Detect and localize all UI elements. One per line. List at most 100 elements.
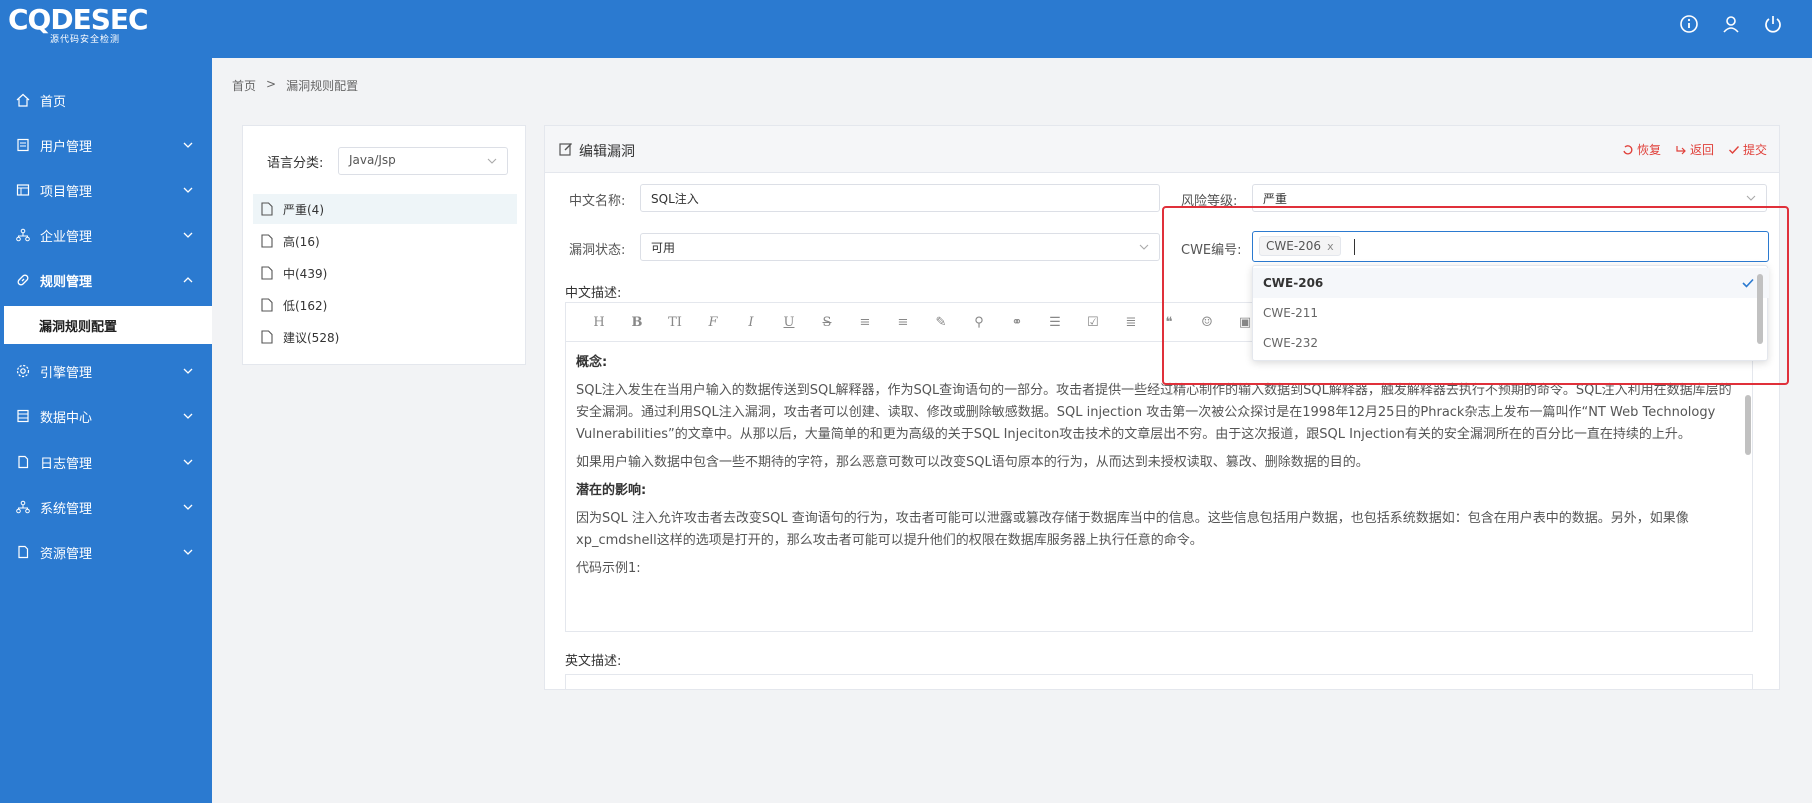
vuln-status-select[interactable]: 可用 xyxy=(640,233,1160,261)
cwe-option-232[interactable]: CWE-232 xyxy=(1253,328,1769,358)
data-icon xyxy=(16,409,32,425)
sidebar-item-label: 系统管理 xyxy=(40,502,93,517)
text-cursor xyxy=(1354,238,1356,255)
option-label: CWE-211 xyxy=(1263,306,1319,320)
dropdown-scrollbar[interactable] xyxy=(1757,274,1763,344)
panel-header: 编辑漏洞 恢复 返回 提交 xyxy=(545,126,1779,173)
risk-level-select[interactable]: 严重 xyxy=(1252,184,1767,212)
chevron-down-icon xyxy=(487,158,497,164)
restore-icon xyxy=(1623,144,1633,154)
cn-name-input[interactable]: SQL注入 xyxy=(640,184,1160,212)
strikethrough-icon[interactable]: S xyxy=(808,315,846,330)
sidebar-item-resources[interactable]: 资源管理 xyxy=(0,530,212,575)
category-item-critical[interactable]: 严重(4) xyxy=(253,194,517,224)
panel-title: 编辑漏洞 xyxy=(559,141,635,161)
cwe-tag-label: CWE-206 xyxy=(1266,239,1322,253)
heading-icon[interactable]: H xyxy=(580,315,618,330)
file-icon xyxy=(261,298,275,312)
logo: CQDESEC 源代码安全检测 xyxy=(8,4,149,46)
info-icon[interactable] xyxy=(1678,13,1700,35)
breadcrumb-current: 漏洞规则配置 xyxy=(286,79,359,93)
submit-button[interactable]: 提交 xyxy=(1728,141,1767,158)
unexpected-chars-paragraph: 如果用户输入数据中包含一些不期待的字符，那么恶意可数可以改变SQL语句原本的行为… xyxy=(576,455,1369,470)
file-icon xyxy=(261,266,275,280)
link-icon[interactable]: ⚭ xyxy=(998,315,1036,330)
category-item-suggestion[interactable]: 建议(528) xyxy=(253,322,517,352)
enterprise-icon xyxy=(16,228,32,244)
font-family-icon[interactable]: F xyxy=(694,315,732,330)
sidebar-item-users[interactable]: 用户管理 xyxy=(0,123,212,168)
submit-label: 提交 xyxy=(1742,143,1767,157)
concept-paragraph: SQL注入发生在当用户输入的数据传送到SQL解释器，作为SQL查询语句的一部分。… xyxy=(576,383,1732,442)
align-icon[interactable]: ≣ xyxy=(1112,315,1150,330)
category-item-low[interactable]: 低(162) xyxy=(253,290,517,320)
chevron-down-icon xyxy=(1746,195,1756,201)
sidebar-item-rules[interactable]: 规则管理 xyxy=(0,258,212,303)
code-example-label: 代码示例1: xyxy=(576,561,641,576)
panel-title-text: 编辑漏洞 xyxy=(579,144,635,160)
category-label: 严重(4) xyxy=(283,202,324,217)
emoji-icon[interactable]: ☺ xyxy=(1188,315,1226,330)
project-icon xyxy=(16,183,32,199)
sidebar-item-logs[interactable]: 日志管理 xyxy=(0,440,212,485)
power-icon[interactable] xyxy=(1762,13,1784,35)
cwe-option-206[interactable]: CWE-206 xyxy=(1253,268,1769,298)
sidebar-item-system[interactable]: 系统管理 xyxy=(0,485,212,530)
impact-paragraph: 因为SQL 注入允许攻击者去改变SQL 查询语句的行为，攻击者可能可以泄露或篡改… xyxy=(576,511,1689,548)
sidebar-subitem-vuln-rule-config[interactable]: 漏洞规则配置 xyxy=(0,306,212,344)
chevron-down-icon xyxy=(183,142,193,148)
italic-icon[interactable]: I xyxy=(732,315,770,330)
tag-close-icon[interactable]: x xyxy=(1327,240,1334,253)
chevron-down-icon xyxy=(1139,244,1149,250)
sidebar-item-label: 首页 xyxy=(40,95,67,110)
back-button[interactable]: 返回 xyxy=(1675,141,1714,158)
en-description-editor[interactable] xyxy=(565,674,1753,689)
sidebar-item-engine[interactable]: 引擎管理 xyxy=(0,349,212,394)
font-size-icon[interactable]: TI xyxy=(656,315,694,330)
breadcrumb-home[interactable]: 首页 xyxy=(232,77,256,94)
cwe-multiselect[interactable]: CWE-206 x xyxy=(1252,231,1769,262)
category-label: 中(439) xyxy=(283,266,328,281)
sidebar-item-label: 规则管理 xyxy=(40,275,93,290)
risk-level-label: 风险等级: xyxy=(1181,194,1238,209)
cwe-option-211[interactable]: CWE-211 xyxy=(1253,298,1769,328)
vuln-status-label: 漏洞状态: xyxy=(569,243,626,258)
cn-name-label: 中文名称: xyxy=(569,194,626,209)
indent-icon[interactable]: ≡ xyxy=(846,315,884,330)
log-icon xyxy=(16,455,32,471)
bold-icon[interactable]: B xyxy=(618,315,656,330)
language-select[interactable]: Java/Jsp xyxy=(338,147,508,175)
language-label: 语言分类: xyxy=(267,156,324,171)
option-label: CWE-232 xyxy=(1263,336,1319,350)
risk-level-value: 严重 xyxy=(1263,192,1288,206)
sidebar-item-projects[interactable]: 项目管理 xyxy=(0,168,212,213)
engine-icon xyxy=(16,364,32,380)
category-item-high[interactable]: 高(16) xyxy=(253,226,517,256)
list-icon[interactable]: ☰ xyxy=(1036,315,1074,330)
check-icon xyxy=(1742,278,1754,288)
header-icons xyxy=(1678,13,1784,35)
sidebar-item-home[interactable]: 首页 xyxy=(0,78,212,123)
chevron-down-icon xyxy=(183,232,193,238)
quote-icon[interactable]: ❝ xyxy=(1150,315,1188,330)
user-icon[interactable] xyxy=(1720,13,1742,35)
underline-icon[interactable]: U xyxy=(770,315,808,330)
sidebar-item-data-center[interactable]: 数据中心 xyxy=(0,394,212,439)
todo-icon[interactable]: ☑ xyxy=(1074,315,1112,330)
restore-button[interactable]: 恢复 xyxy=(1622,141,1661,158)
brush-icon[interactable]: ⚲ xyxy=(960,315,998,330)
line-height-icon[interactable]: ≡ xyxy=(884,315,922,330)
back-icon xyxy=(1676,145,1686,154)
sidebar-item-enterprise[interactable]: 企业管理 xyxy=(0,213,212,258)
breadcrumb: 首页 > 漏洞规则配置 xyxy=(232,77,358,94)
sidebar-item-label: 企业管理 xyxy=(40,230,93,245)
category-label: 低(162) xyxy=(283,298,328,313)
sidebar: 首页 用户管理 项目管理 企业管理 规则管理 漏洞规则配置 引擎管理 数据中心 … xyxy=(0,58,212,803)
chevron-up-icon xyxy=(183,277,193,283)
category-item-medium[interactable]: 中(439) xyxy=(253,258,517,288)
editor-scrollbar[interactable] xyxy=(1745,395,1751,455)
text-color-icon[interactable]: ✎ xyxy=(922,315,960,330)
option-label: CWE-206 xyxy=(1263,276,1324,290)
sidebar-item-label: 日志管理 xyxy=(40,457,93,472)
editor-content[interactable]: 概念: SQL注入发生在当用户输入的数据传送到SQL解释器，作为SQL查询语句的… xyxy=(566,342,1752,580)
